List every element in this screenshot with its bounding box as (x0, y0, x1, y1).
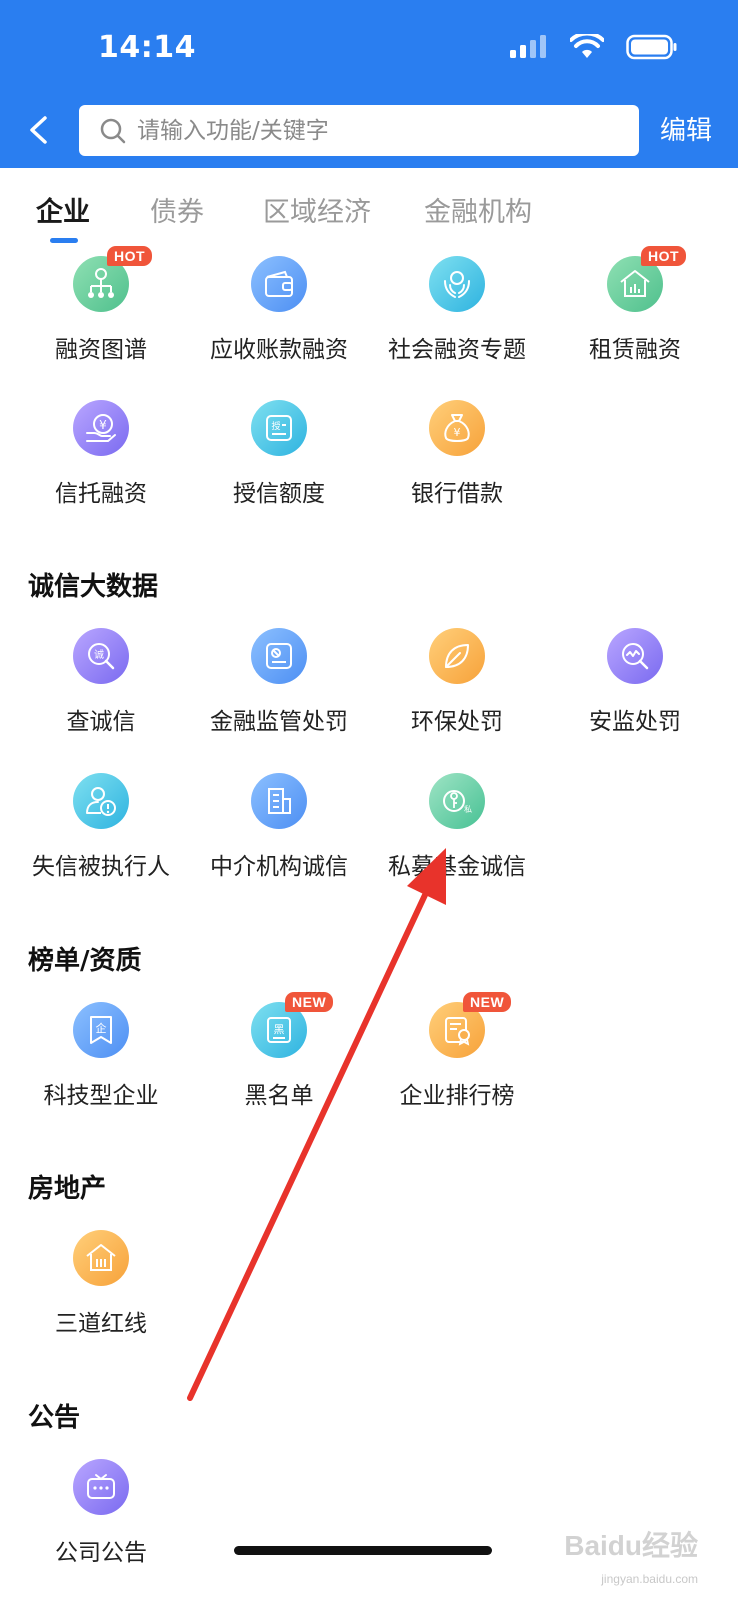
watermark-url: jingyan.baidu.com (601, 1572, 698, 1586)
home-indicator[interactable] (234, 1546, 492, 1555)
annotation-arrow (187, 848, 446, 1401)
watermark-logo: Baidu经验 (564, 1530, 698, 1561)
